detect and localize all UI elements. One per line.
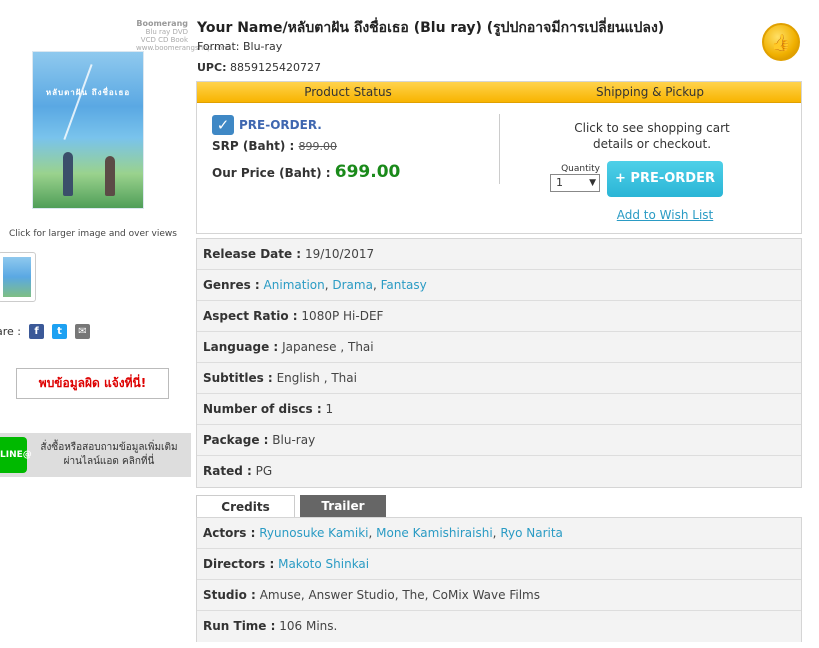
shipping-pickup-heading: Shipping & Pickup [595, 85, 705, 99]
package-row: Package : Blu-ray [197, 425, 801, 456]
facebook-icon[interactable]: f [29, 324, 44, 339]
share-bar: are : f t ✉ [0, 324, 98, 339]
quantity-control: Quantity 1 ▼ [550, 164, 600, 192]
genre-link-fantasy[interactable]: Fantasy [381, 278, 427, 292]
actor-link[interactable]: Ryunosuke Kamiki [259, 526, 368, 540]
poster-title: หลับตาฝัน ถึงชื่อเธอ [45, 88, 131, 97]
genre-link-drama[interactable]: Drama [332, 278, 373, 292]
product-cover-image[interactable]: หลับตาฝัน ถึงชื่อเธอ [32, 51, 144, 209]
add-to-wishlist-link[interactable]: Add to Wish List [604, 208, 726, 222]
thumbnail-image[interactable] [0, 252, 36, 302]
twitter-icon[interactable]: t [52, 324, 67, 339]
status-divider [499, 114, 500, 184]
our-price: Our Price (Baht) : 699.00 [212, 162, 401, 182]
genres-row: Genres : Animation, Drama, Fantasy [197, 270, 801, 301]
chevron-down-icon: ▼ [589, 178, 596, 188]
runtime-row: Run Time : 106 Mins. [197, 611, 801, 642]
release-date-row: Release Date : 19/10/2017 [197, 239, 801, 270]
quantity-label: Quantity [561, 164, 600, 174]
rated-row: Rated : PG [197, 456, 801, 487]
poster-figure-girl [105, 156, 115, 196]
report-error-button[interactable]: พบข้อมูลผิด แจ้งที่นี่! [16, 368, 169, 399]
studio-row: Studio : Amuse, Answer Studio, The, CoMi… [197, 580, 801, 611]
larger-image-link[interactable]: Click for larger image and over views [0, 229, 186, 239]
email-icon[interactable]: ✉ [75, 324, 90, 339]
actors-row: Actors : Ryunosuke Kamiki, Mone Kamishir… [197, 518, 801, 549]
share-label: are : [0, 325, 21, 338]
thumbnail-picture [3, 257, 31, 297]
language-row: Language : Japanese , Thai [197, 332, 801, 363]
status-pricing: ✓ PRE-ORDER. SRP (Baht) : 899.00 Our Pri… [212, 115, 497, 182]
product-title: Your Name/หลับตาฝัน ถึงชื่อเธอ (Blu ray)… [197, 20, 665, 36]
actor-link[interactable]: Mone Kamishiraishi [376, 526, 493, 540]
product-status-heading: Product Status [304, 85, 392, 99]
discs-row: Number of discs : 1 [197, 394, 801, 425]
status-header: Product Status Shipping & Pickup [197, 82, 801, 103]
quantity-select[interactable]: 1 ▼ [550, 174, 600, 192]
left-column: Boomerang Blu ray DVD VCD CD Book www.bo… [0, 0, 229, 648]
cart-info-text: Click to see shopping cart details or ch… [574, 121, 730, 151]
line-icon: LINE@ [0, 437, 32, 473]
credits-tabs: Credits Trailer [196, 495, 391, 519]
product-format: Format: Blu-ray [197, 40, 283, 53]
product-info-table: Release Date : 19/10/2017 Genres : Anima… [196, 238, 802, 488]
preorder-status: ✓ PRE-ORDER. [212, 115, 497, 135]
check-icon: ✓ [212, 115, 234, 135]
subtitles-row: Subtitles : English , Thai [197, 363, 801, 394]
tab-credits[interactable]: Credits [196, 495, 295, 519]
product-status-box: Product Status Shipping & Pickup ✓ PRE-O… [196, 81, 802, 234]
directors-row: Directors : Makoto Shinkai [197, 549, 801, 580]
director-link[interactable]: Makoto Shinkai [278, 557, 369, 571]
line-contact-text: สั่งซื้อหรือสอบถามข้อมูลเพิ่มเติม ผ่านไล… [40, 442, 178, 467]
recommended-badge-icon: 👍 [762, 23, 800, 61]
credits-table: Actors : Ryunosuke Kamiki, Mone Kamishir… [196, 517, 802, 642]
poster-figure-boy [63, 152, 73, 196]
preorder-button[interactable]: + PRE-ORDER [607, 161, 723, 197]
studio-logo: Boomerang Blu ray DVD VCD CD Book www.bo… [136, 19, 229, 53]
srp-price: SRP (Baht) : 899.00 [212, 139, 338, 153]
actor-link[interactable]: Ryo Narita [500, 526, 563, 540]
product-upc: UPC: 8859125420727 [197, 61, 321, 74]
aspect-ratio-row: Aspect Ratio : 1080P Hi-DEF [197, 301, 801, 332]
line-contact-banner[interactable]: LINE@ สั่งซื้อหรือสอบถามข้อมูลเพิ่มเติม … [0, 433, 191, 477]
genre-link-animation[interactable]: Animation [264, 278, 325, 292]
tab-trailer[interactable]: Trailer [300, 495, 386, 518]
poster-streak [63, 64, 93, 140]
preorder-status-label: PRE-ORDER. [239, 118, 322, 132]
